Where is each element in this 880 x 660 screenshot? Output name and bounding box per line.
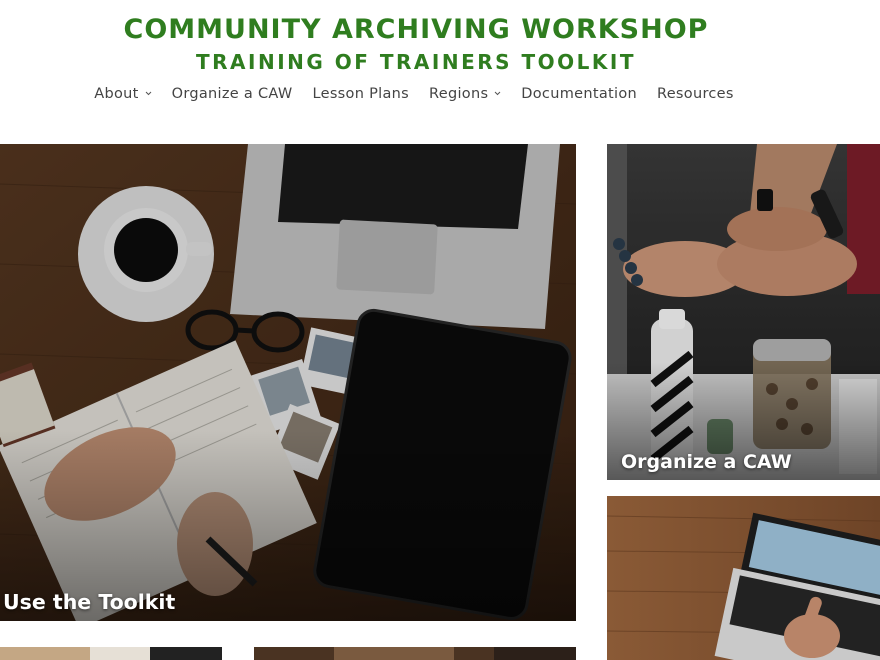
laptop-typing-photo — [607, 496, 880, 660]
nav-item-label: Lesson Plans — [312, 86, 409, 102]
nav-item-documentation[interactable]: Documentation — [521, 86, 637, 102]
partial-photo — [254, 647, 576, 660]
nav-item-label: About — [94, 86, 139, 102]
nav-item-lesson-plans[interactable]: Lesson Plans — [312, 86, 409, 102]
chevron-down-icon — [145, 90, 152, 97]
site-header: COMMUNITY ARCHIVING WORKSHOP TRAINING OF… — [0, 0, 880, 140]
nav-item-organize[interactable]: Organize a CAW — [172, 86, 293, 102]
site-subtitle[interactable]: TRAINING OF TRAINERS TOOLKIT — [0, 50, 832, 74]
desk-photo — [0, 144, 576, 621]
partial-photo — [0, 647, 222, 660]
tile-laptop-typing[interactable] — [607, 496, 880, 660]
nav-item-label: Documentation — [521, 86, 637, 102]
tile-partial-1[interactable] — [0, 647, 222, 660]
site-title[interactable]: COMMUNITY ARCHIVING WORKSHOP — [0, 14, 832, 45]
fist-bump-photo — [607, 144, 880, 480]
nav-item-regions[interactable]: Regions — [429, 86, 501, 102]
chevron-down-icon — [494, 90, 501, 97]
nav-item-resources[interactable]: Resources — [657, 86, 734, 102]
nav-item-label: Resources — [656, 86, 734, 102]
tile-label: Use the Toolkit — [3, 590, 176, 614]
nav-item-label: Regions — [429, 86, 489, 102]
tile-partial-2[interactable] — [254, 647, 576, 660]
tile-label: Organize a CAW — [621, 451, 792, 473]
nav-item-about[interactable]: About — [94, 86, 151, 102]
nav-item-label: Organize a CAW — [171, 86, 293, 102]
main-nav: About Organize a CAW Lesson Plans Region… — [0, 86, 828, 102]
tile-use-the-toolkit[interactable]: Use the Toolkit — [0, 144, 576, 621]
tile-organize-a-caw[interactable]: Organize a CAW — [607, 144, 880, 480]
